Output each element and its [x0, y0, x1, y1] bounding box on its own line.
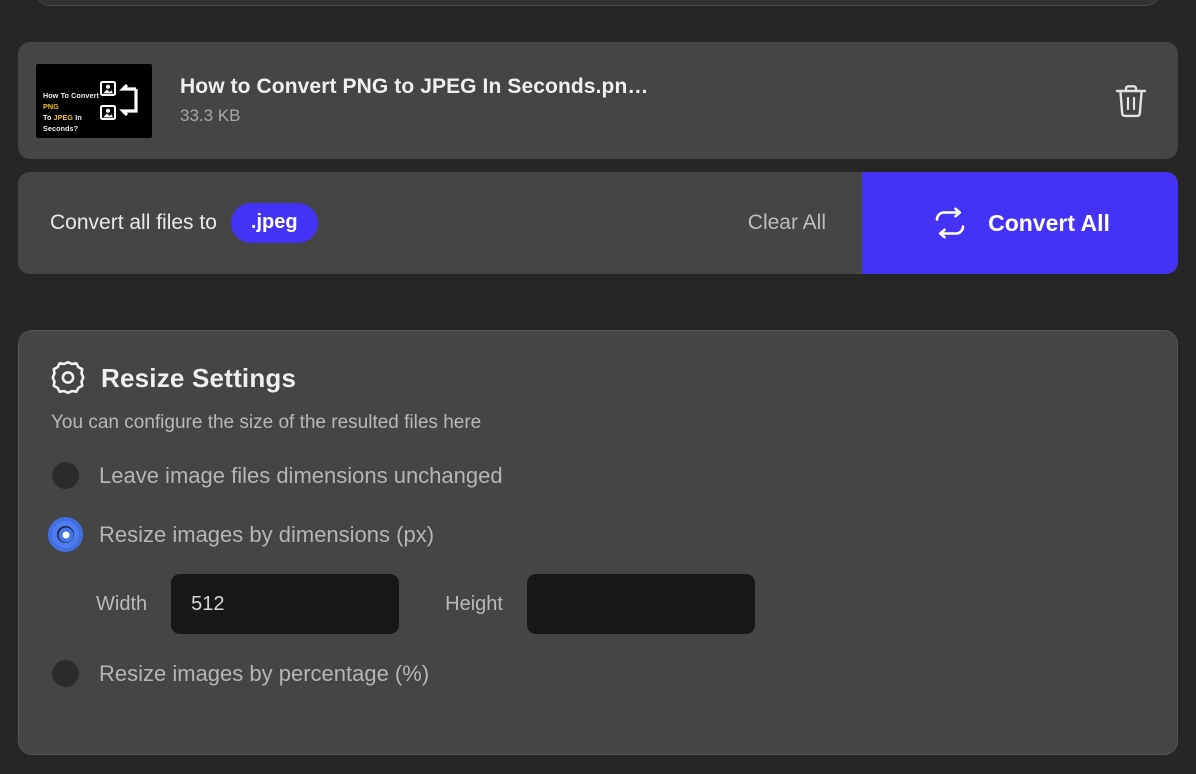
output-format-selector[interactable]: .jpeg [230, 203, 318, 243]
width-input[interactable] [171, 574, 400, 634]
gear-icon [51, 360, 85, 395]
convert-all-bar: Convert all files to .jpeg Clear All Con… [18, 172, 1178, 274]
resize-settings-header: Resize Settings [49, 359, 1147, 397]
file-list-item: How To Convert PNG To JPEG In Seconds? H… [18, 42, 1178, 159]
thumbnail-line1-prefix: How To Convert [43, 90, 99, 100]
dimension-inputs-row: Width Height [96, 574, 1147, 634]
width-label: Width [96, 592, 148, 615]
image-swap-icon [100, 80, 138, 120]
file-meta: How to Convert PNG to JPEG In Seconds.pn… [180, 75, 1108, 126]
radio-unchanged-label: Leave image files dimensions unchanged [99, 462, 503, 488]
radio-dimensions-indicator[interactable] [52, 521, 79, 548]
thumbnail-line1-highlight: PNG [43, 101, 59, 111]
file-name: How to Convert PNG to JPEG In Seconds.pn… [180, 75, 649, 98]
radio-option-percentage[interactable]: Resize images by percentage (%) [49, 660, 1147, 687]
resize-settings-card: Resize Settings You can configure the si… [18, 330, 1178, 755]
radio-option-dimensions[interactable]: Resize images by dimensions (px) [49, 521, 1147, 548]
cycle-arrows-icon [935, 207, 965, 239]
convert-format-group: Convert all files to .jpeg [18, 203, 748, 243]
thumbnail-line2-highlight: JPEG [53, 112, 74, 122]
clear-all-button[interactable]: Clear All [748, 211, 826, 235]
height-input[interactable] [526, 574, 755, 634]
delete-file-button[interactable] [1108, 78, 1154, 124]
radio-option-unchanged[interactable]: Leave image files dimensions unchanged [49, 462, 1147, 489]
height-label: Height [445, 592, 503, 615]
resize-settings-title: Resize Settings [101, 362, 297, 393]
convert-all-button[interactable]: Convert All [862, 172, 1178, 274]
file-size: 33.3 KB [180, 106, 241, 125]
convert-all-button-label: Convert All [988, 209, 1110, 236]
radio-unchanged-indicator[interactable] [52, 462, 79, 489]
convert-all-label: Convert all files to [50, 211, 217, 234]
thumbnail-line2-prefix: To [43, 112, 54, 122]
radio-dimensions-label: Resize images by dimensions (px) [99, 521, 435, 547]
radio-percentage-label: Resize images by percentage (%) [99, 660, 430, 686]
radio-percentage-indicator[interactable] [52, 660, 79, 687]
dropzone-card-partial[interactable] [36, 0, 1160, 6]
resize-settings-subtitle: You can configure the size of the result… [51, 412, 482, 433]
file-thumbnail: How To Convert PNG To JPEG In Seconds? [36, 63, 152, 138]
trash-icon [1115, 84, 1147, 117]
